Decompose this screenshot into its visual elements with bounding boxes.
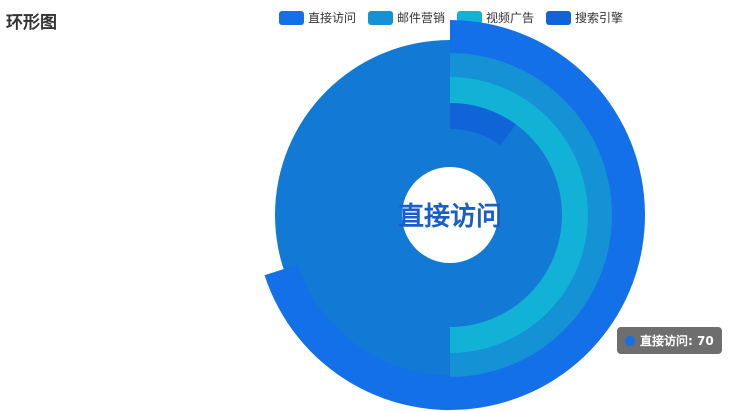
tooltip-marker: [625, 335, 635, 346]
center-label: 直接访问: [398, 202, 502, 232]
tooltip: 直接访问: 70: [617, 327, 722, 354]
tooltip-text: 直接访问: 70: [640, 334, 714, 348]
